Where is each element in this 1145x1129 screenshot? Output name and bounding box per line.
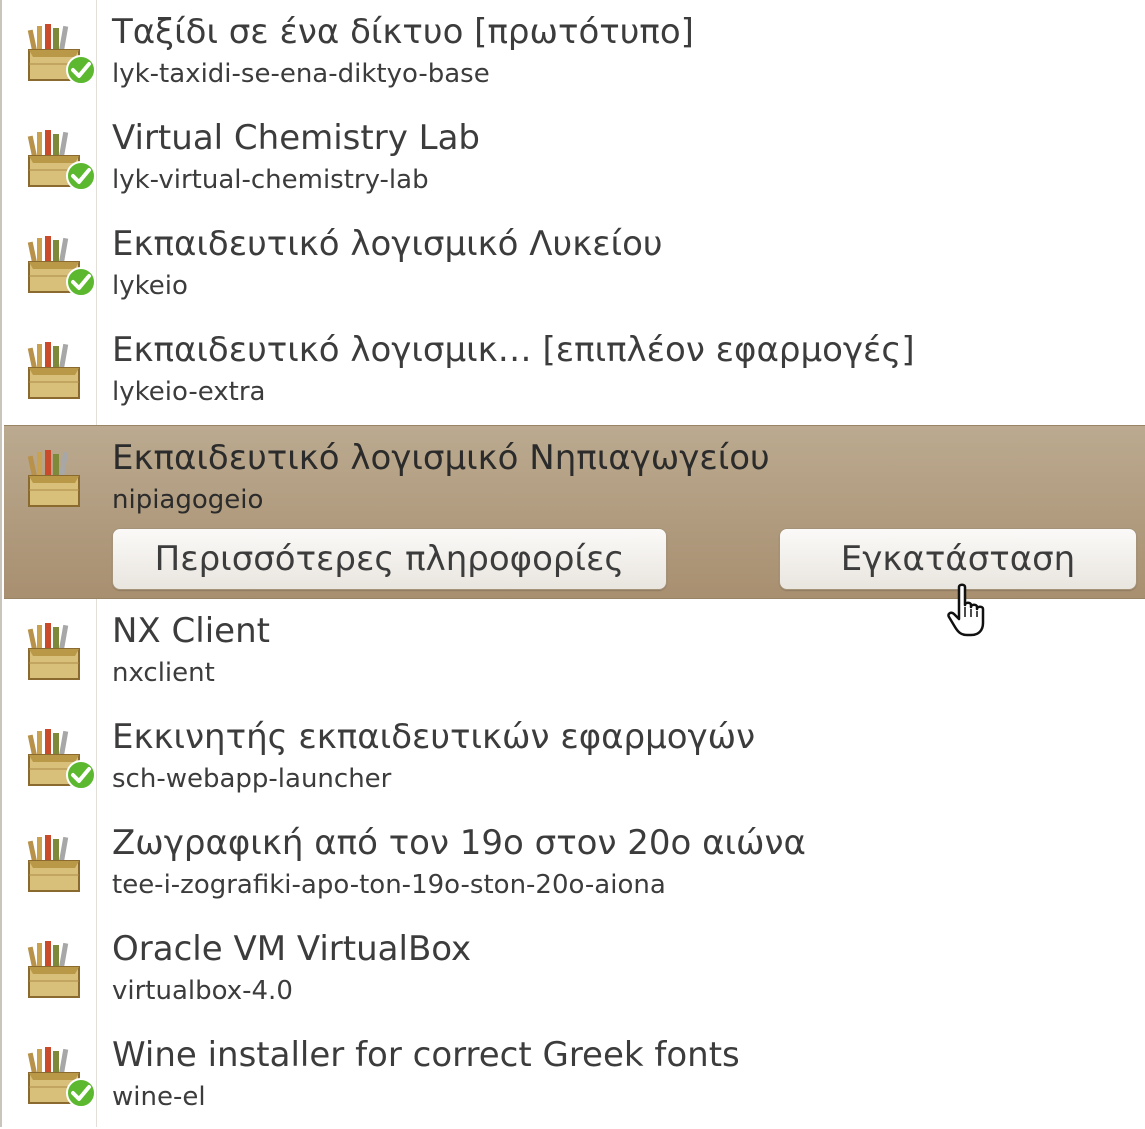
package-icon [26, 1043, 98, 1109]
package-name: wine-el [112, 1082, 206, 1112]
installed-check-icon [66, 267, 96, 297]
package-icon [26, 338, 98, 404]
installed-check-icon [66, 161, 96, 191]
package-row-selected[interactable]: Εκπαιδευτικό λογισμικό Νηπιαγωγείου nipi… [4, 425, 1145, 599]
package-row[interactable]: Wine installer for correct Greek fonts w… [4, 1023, 1145, 1129]
package-row[interactable]: Ταξίδι σε ένα δίκτυο [πρωτότυπο] lyk-tax… [4, 0, 1145, 106]
package-row[interactable]: Εκπαιδευτικό λογισμικ… [επιπλέον εφαρμογ… [4, 318, 1145, 424]
package-name: lyk-virtual-chemistry-lab [112, 165, 429, 195]
package-icon [26, 937, 98, 1003]
package-name: lykeio-extra [112, 377, 266, 407]
package-icon [26, 232, 98, 298]
package-row[interactable]: Εκκινητής εκπαιδευτικών εφαρμογών sch-we… [4, 705, 1145, 811]
package-row[interactable]: Εκπαιδευτικό λογισμικό Λυκείου lykeio [4, 212, 1145, 318]
package-title: Εκπαιδευτικό λογισμικό Λυκείου [112, 224, 663, 264]
package-name: tee-i-zografiki-apo-ton-19o-ston-20o-aio… [112, 870, 666, 900]
package-name: lykeio [112, 271, 188, 301]
hand-pointer-icon [945, 583, 997, 639]
package-title: Wine installer for correct Greek fonts [112, 1035, 740, 1075]
package-icon [26, 126, 98, 192]
package-title: Ζωγραφική από τον 19ο στον 20ο αιώνα [112, 823, 806, 863]
package-title: Εκπαιδευτικό λογισμικ… [επιπλέον εφαρμογ… [112, 330, 915, 370]
package-name: sch-webapp-launcher [112, 764, 392, 794]
package-icon [26, 20, 98, 86]
package-row[interactable]: Oracle VM VirtualBox virtualbox-4.0 [4, 917, 1145, 1023]
package-row[interactable]: Ζωγραφική από τον 19ο στον 20ο αιώνα tee… [4, 811, 1145, 917]
installed-check-icon [66, 760, 96, 790]
installed-check-icon [66, 55, 96, 85]
package-icon [26, 619, 98, 685]
more-info-button[interactable]: Περισσότερες πληροφορίες [112, 528, 667, 590]
install-button[interactable]: Εγκατάσταση [779, 528, 1137, 590]
package-name: nipiagogeio [112, 485, 264, 515]
software-package-list[interactable]: Ταξίδι σε ένα δίκτυο [πρωτότυπο] lyk-tax… [0, 0, 1145, 1127]
package-icon [26, 725, 98, 791]
package-name: virtualbox-4.0 [112, 976, 293, 1006]
package-title: Oracle VM VirtualBox [112, 929, 472, 969]
package-title: Εκπαιδευτικό λογισμικό Νηπιαγωγείου [112, 438, 770, 478]
package-icon [26, 446, 98, 512]
package-name: lyk-taxidi-se-ena-diktyo-base [112, 59, 490, 89]
package-title: NX Client [112, 611, 270, 651]
package-title: Ταξίδι σε ένα δίκτυο [πρωτότυπο] [112, 12, 694, 52]
package-title: Εκκινητής εκπαιδευτικών εφαρμογών [112, 717, 756, 757]
package-row[interactable]: Virtual Chemistry Lab lyk-virtual-chemis… [4, 106, 1145, 212]
package-icon [26, 831, 98, 897]
package-name: nxclient [112, 658, 215, 688]
package-title: Virtual Chemistry Lab [112, 118, 480, 158]
installed-check-icon [66, 1078, 96, 1108]
